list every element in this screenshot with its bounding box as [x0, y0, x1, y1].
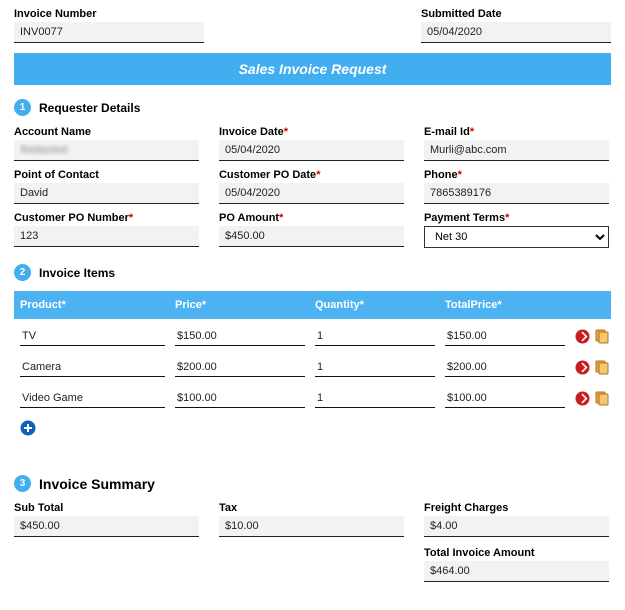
customer-po-date-input[interactable]: [219, 183, 404, 204]
invoice-number-input[interactable]: [14, 22, 204, 43]
table-row: [14, 319, 611, 350]
table-row: [14, 381, 611, 412]
account-name-input[interactable]: [14, 140, 199, 161]
email-input[interactable]: [424, 140, 609, 161]
item-price-input[interactable]: [175, 389, 305, 408]
delete-row-icon[interactable]: [575, 391, 590, 406]
invoice-date-input[interactable]: [219, 140, 404, 161]
section-requester-details: 1 Requester Details: [14, 99, 611, 116]
account-name-label: Account Name: [14, 126, 199, 138]
tax-input[interactable]: [219, 516, 404, 537]
subtotal-label: Sub Total: [14, 502, 199, 514]
delete-row-icon[interactable]: [575, 360, 590, 375]
po-amount-input[interactable]: [219, 226, 404, 247]
total-invoice-amount-label: Total Invoice Amount: [424, 547, 609, 559]
col-totalprice: TotalPrice: [445, 299, 497, 311]
submitted-date-label: Submitted Date: [421, 8, 611, 20]
po-amount-label: PO Amount*: [219, 212, 404, 224]
item-price-input[interactable]: [175, 358, 305, 377]
page-banner: Sales Invoice Request: [14, 53, 611, 85]
item-qty-input[interactable]: [315, 389, 435, 408]
invoice-date-label: Invoice Date*: [219, 126, 404, 138]
tax-label: Tax: [219, 502, 404, 514]
section-invoice-summary: 3 Invoice Summary: [14, 475, 611, 492]
phone-input[interactable]: [424, 183, 609, 204]
section-title: Invoice Summary: [39, 476, 155, 492]
copy-row-icon[interactable]: [594, 329, 610, 344]
item-qty-input[interactable]: [315, 358, 435, 377]
items-table-header: Product* Price* Quantity* TotalPrice*: [14, 291, 611, 319]
add-row-button[interactable]: [20, 420, 36, 436]
email-label: E-mail Id*: [424, 126, 609, 138]
item-price-input[interactable]: [175, 327, 305, 346]
copy-row-icon[interactable]: [594, 391, 610, 406]
section-number-badge: 1: [14, 99, 31, 116]
payment-terms-label: Payment Terms*: [424, 212, 609, 224]
section-title: Requester Details: [39, 101, 140, 115]
item-totalprice-input[interactable]: [445, 327, 565, 346]
col-quantity: Quantity: [315, 299, 360, 311]
poc-label: Point of Contact: [14, 169, 199, 181]
customer-po-date-label: Customer PO Date*: [219, 169, 404, 181]
table-row: [14, 350, 611, 381]
item-totalprice-input[interactable]: [445, 358, 565, 377]
phone-label: Phone*: [424, 169, 609, 181]
payment-terms-select[interactable]: Net 30: [424, 226, 609, 248]
customer-po-number-label: Customer PO Number*: [14, 212, 199, 224]
item-totalprice-input[interactable]: [445, 389, 565, 408]
item-product-input[interactable]: [20, 358, 165, 377]
section-number-badge: 2: [14, 264, 31, 281]
subtotal-input[interactable]: [14, 516, 199, 537]
invoice-number-label: Invoice Number: [14, 8, 204, 20]
col-price: Price: [175, 299, 202, 311]
submitted-date-input[interactable]: [421, 22, 611, 43]
item-product-input[interactable]: [20, 327, 165, 346]
section-invoice-items: 2 Invoice Items: [14, 264, 611, 281]
item-product-input[interactable]: [20, 389, 165, 408]
freight-input[interactable]: [424, 516, 609, 537]
freight-label: Freight Charges: [424, 502, 609, 514]
customer-po-number-input[interactable]: [14, 226, 199, 247]
item-qty-input[interactable]: [315, 327, 435, 346]
section-title: Invoice Items: [39, 266, 115, 280]
col-product: Product: [20, 299, 62, 311]
section-number-badge: 3: [14, 475, 31, 492]
poc-input[interactable]: [14, 183, 199, 204]
copy-row-icon[interactable]: [594, 360, 610, 375]
delete-row-icon[interactable]: [575, 329, 590, 344]
